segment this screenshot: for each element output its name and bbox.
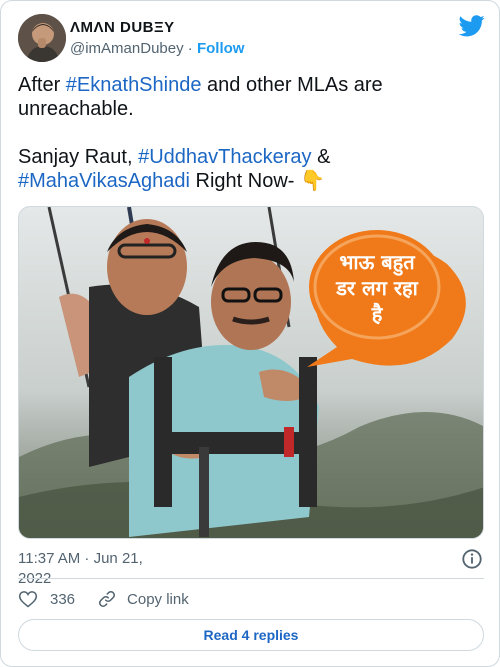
copy-link-button[interactable]: Copy link: [97, 589, 189, 609]
hashtag-eknathshinde[interactable]: #EknathShinde: [66, 74, 202, 96]
tweet-text-fragment: &: [311, 146, 331, 168]
tweet-timestamp[interactable]: 11:37 AM · Jun 21, 2022: [18, 549, 168, 589]
speech-bubble-line-1: भाऊ बहुत: [339, 250, 416, 276]
copy-link-label: Copy link: [127, 590, 189, 608]
tweet-actions: 336 Copy link: [18, 588, 189, 610]
tweet-text: After #EknathShinde and other MLAs are u…: [18, 73, 478, 193]
like-count: 336: [50, 590, 76, 608]
pointing-down-emoji: 👇: [300, 170, 325, 192]
speech-bubble-line-3: है: [371, 302, 384, 326]
tweet-line-2: Sanjay Raut, #UddhavThackeray & #MahaVik…: [18, 146, 330, 192]
handle-separator: ·: [187, 40, 193, 57]
tweet-card: ɅMɅN DUBΞY @imAmanDubey · Follow After #…: [0, 0, 500, 667]
link-icon: [99, 591, 116, 607]
tweet-text-fragment: Sanjay Raut,: [18, 146, 139, 168]
hashtag-uddhavthackeray[interactable]: #UddhavThackeray: [138, 146, 311, 168]
tweet-text-fragment: Right Now-: [189, 170, 301, 192]
footer-divider: [18, 578, 484, 579]
author-name-row[interactable]: ɅMɅN DUBΞY: [70, 19, 175, 37]
avatar-image: [18, 14, 66, 62]
info-icon[interactable]: [461, 548, 483, 570]
tweet-text-fragment: After: [18, 74, 66, 96]
tweet-line-1: After #EknathShinde and other MLAs are u…: [18, 74, 383, 120]
author-display-name[interactable]: ɅMɅN DUBΞY: [70, 19, 175, 36]
like-button[interactable]: 336: [18, 589, 75, 609]
author-handle-row: @imAmanDubey · Follow: [70, 40, 244, 57]
heart-icon: [18, 591, 38, 608]
tweet-image[interactable]: भाऊ बहुत डर लग रहा है: [18, 206, 484, 539]
read-replies-button[interactable]: Read 4 replies: [18, 619, 484, 651]
follow-link[interactable]: Follow: [197, 40, 245, 57]
author-handle[interactable]: @imAmanDubey: [70, 40, 184, 57]
speech-bubble-line-2: डर लग रहा: [335, 276, 418, 300]
author-avatar[interactable]: [18, 14, 66, 62]
twitter-bird-icon[interactable]: [459, 15, 485, 37]
paragliding-meme-image: भाऊ बहुत डर लग रहा है: [19, 207, 483, 538]
hashtag-mahavikasaghadi[interactable]: #MahaVikasAghadi: [18, 170, 190, 192]
